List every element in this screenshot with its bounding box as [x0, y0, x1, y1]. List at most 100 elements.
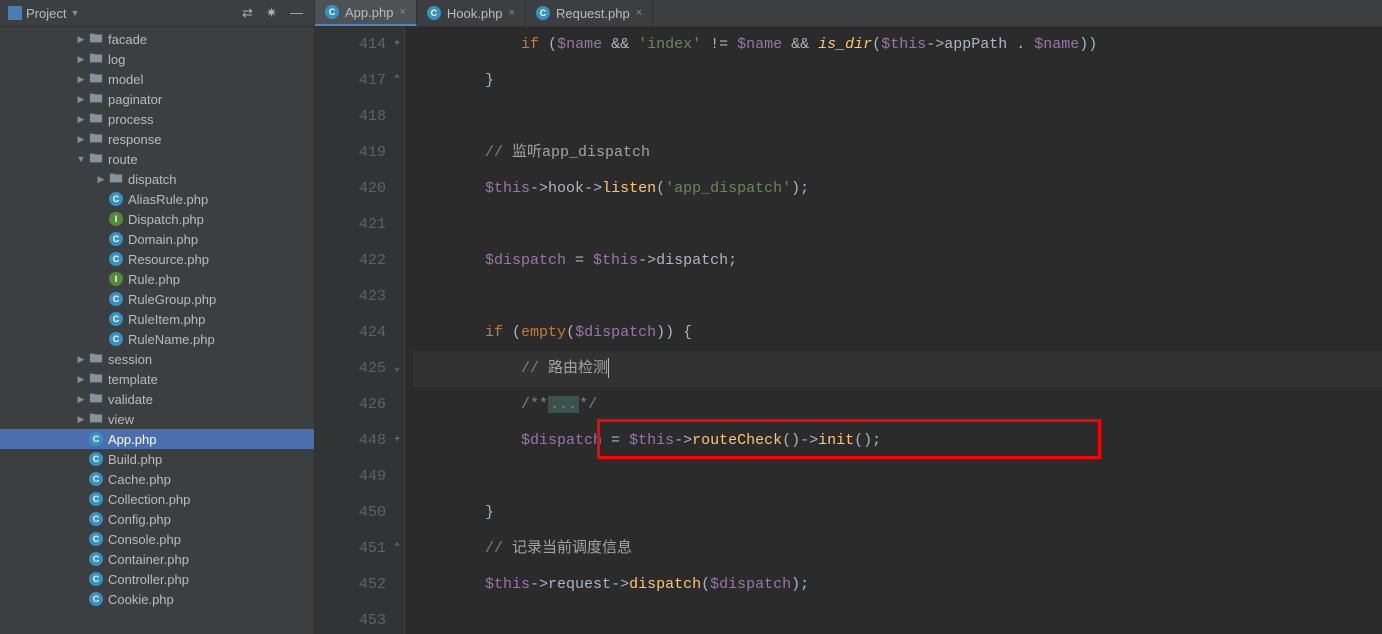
tree-item-container-php[interactable]: ▶CContainer.php	[0, 549, 314, 569]
tree-item-aliasrule-php[interactable]: ▶CAliasRule.php	[0, 189, 314, 209]
fold-marker-icon[interactable]: ⌄	[391, 363, 403, 375]
tree-item-label: validate	[108, 392, 153, 407]
code-line[interactable]: if (empty($dispatch)) {	[413, 315, 1382, 351]
code-editor[interactable]: +⌃⌄+⌃ 4144174184194204214224234244254264…	[315, 27, 1382, 634]
class-file-icon: C	[427, 6, 441, 20]
tree-item-config-php[interactable]: ▶CConfig.php	[0, 509, 314, 529]
folder-icon	[89, 351, 108, 368]
code-line[interactable]: // 路由检测	[413, 351, 1382, 387]
class-file-icon: C	[89, 492, 103, 506]
tree-item-domain-php[interactable]: ▶CDomain.php	[0, 229, 314, 249]
close-icon[interactable]: ×	[509, 7, 515, 19]
fold-marker-icon[interactable]: ⌃	[391, 75, 403, 87]
tree-item-label: RuleItem.php	[128, 312, 205, 327]
tab-app-php[interactable]: CApp.php×	[315, 0, 417, 26]
tree-item-label: Container.php	[108, 552, 189, 567]
settings-toggle-icon[interactable]: ⇄	[242, 5, 258, 21]
folder-icon	[89, 131, 108, 148]
tree-item-rule-php[interactable]: ▶IRule.php	[0, 269, 314, 289]
code-line[interactable]	[413, 99, 1382, 135]
tree-arrow-icon[interactable]: ▼	[75, 153, 87, 165]
code-line[interactable]: }	[413, 63, 1382, 99]
tab-label: Request.php	[556, 6, 630, 21]
code-line[interactable]: /**...*/	[413, 387, 1382, 423]
close-icon[interactable]: ×	[399, 6, 405, 18]
tree-arrow-icon[interactable]: ▶	[75, 393, 87, 405]
tree-item-label: Dispatch.php	[128, 212, 204, 227]
line-number: 426	[315, 387, 386, 423]
code-line[interactable]	[413, 279, 1382, 315]
folder-icon	[109, 171, 128, 188]
code-line[interactable]: $dispatch = $this->routeCheck()->init();	[413, 423, 1382, 459]
tree-arrow-icon[interactable]: ▶	[75, 33, 87, 45]
tree-item-rulename-php[interactable]: ▶CRuleName.php	[0, 329, 314, 349]
class-file-icon: C	[89, 552, 103, 566]
code-line[interactable]: // 监听app_dispatch	[413, 135, 1382, 171]
collapse-icon[interactable]: —	[290, 5, 306, 21]
tree-item-process[interactable]: ▶ process	[0, 109, 314, 129]
class-file-icon: C	[89, 512, 103, 526]
code-line[interactable]	[413, 603, 1382, 634]
tree-item-controller-php[interactable]: ▶CController.php	[0, 569, 314, 589]
tree-item-label: Build.php	[108, 452, 162, 467]
tree-item-session[interactable]: ▶session	[0, 349, 314, 369]
tree-item-validate[interactable]: ▶ validate	[0, 389, 314, 409]
tree-item-cookie-php[interactable]: ▶CCookie.php	[0, 589, 314, 609]
tree-arrow-icon[interactable]: ▶	[75, 413, 87, 425]
tree-item-label: process	[108, 112, 154, 127]
tree-arrow-icon[interactable]: ▶	[75, 133, 87, 145]
tree-item-template[interactable]: ▶template	[0, 369, 314, 389]
code-line[interactable]	[413, 459, 1382, 495]
tree-item-cache-php[interactable]: ▶CCache.php	[0, 469, 314, 489]
code-line[interactable]: $this->hook->listen('app_dispatch');	[413, 171, 1382, 207]
tree-arrow-icon[interactable]: ▶	[75, 113, 87, 125]
line-number: 417	[315, 63, 386, 99]
fold-marker-icon[interactable]: +	[391, 39, 403, 51]
tree-item-build-php[interactable]: ▶CBuild.php	[0, 449, 314, 469]
code-line[interactable]: $this->request->dispatch($dispatch);	[413, 567, 1382, 603]
tree-item-ruleitem-php[interactable]: ▶CRuleItem.php	[0, 309, 314, 329]
line-number: 425	[315, 351, 386, 387]
tree-item-log[interactable]: ▶log	[0, 49, 314, 69]
tree-item-model[interactable]: ▶model	[0, 69, 314, 89]
project-icon	[8, 6, 22, 20]
code-line[interactable]: $dispatch = $this->dispatch;	[413, 243, 1382, 279]
tree-arrow-icon[interactable]: ▶	[75, 93, 87, 105]
close-icon[interactable]: ×	[636, 7, 642, 19]
tab-request-php[interactable]: CRequest.php×	[526, 0, 653, 26]
code-line[interactable]: if ($name && 'index' != $name && is_dir(…	[413, 27, 1382, 63]
tree-item-resource-php[interactable]: ▶CResource.php	[0, 249, 314, 269]
tree-item-dispatch[interactable]: ▶dispatch	[0, 169, 314, 189]
tree-item-view[interactable]: ▶view	[0, 409, 314, 429]
code-content[interactable]: if ($name && 'index' != $name && is_dir(…	[405, 27, 1382, 634]
tree-item-route[interactable]: ▼route	[0, 149, 314, 169]
tree-item-collection-php[interactable]: ▶CCollection.php	[0, 489, 314, 509]
class-file-icon: C	[89, 452, 103, 466]
fold-marker-icon[interactable]: +	[391, 435, 403, 447]
tree-item-response[interactable]: ▶response	[0, 129, 314, 149]
gear-icon[interactable]: ✷	[266, 5, 282, 21]
tree-arrow-icon[interactable]: ▶	[75, 373, 87, 385]
tree-item-facade[interactable]: ▶facade	[0, 29, 314, 49]
tree-item-label: Console.php	[108, 532, 181, 547]
tree-item-label: AliasRule.php	[128, 192, 208, 207]
class-file-icon: C	[89, 472, 103, 486]
line-number: 450	[315, 495, 386, 531]
tree-item-console-php[interactable]: ▶CConsole.php	[0, 529, 314, 549]
fold-marker-icon[interactable]: ⌃	[391, 543, 403, 555]
project-tree[interactable]: ▶facade▶log▶model▶paginator▶process▶resp…	[0, 27, 314, 634]
tab-hook-php[interactable]: CHook.php×	[417, 0, 526, 26]
code-line[interactable]: // 记录当前调度信息	[413, 531, 1382, 567]
tree-item-paginator[interactable]: ▶paginator	[0, 89, 314, 109]
tree-item-rulegroup-php[interactable]: ▶CRuleGroup.php	[0, 289, 314, 309]
project-dropdown[interactable]: Project ▼	[8, 6, 79, 21]
tree-arrow-icon[interactable]: ▶	[75, 73, 87, 85]
tree-arrow-icon[interactable]: ▶	[75, 53, 87, 65]
tree-item-dispatch-php[interactable]: ▶IDispatch.php	[0, 209, 314, 229]
tree-item-app-php[interactable]: ▶CApp.php	[0, 429, 314, 449]
tree-arrow-icon[interactable]: ▶	[95, 173, 107, 185]
interface-file-icon: I	[109, 212, 123, 226]
code-line[interactable]: }	[413, 495, 1382, 531]
tree-arrow-icon[interactable]: ▶	[75, 353, 87, 365]
code-line[interactable]	[413, 207, 1382, 243]
